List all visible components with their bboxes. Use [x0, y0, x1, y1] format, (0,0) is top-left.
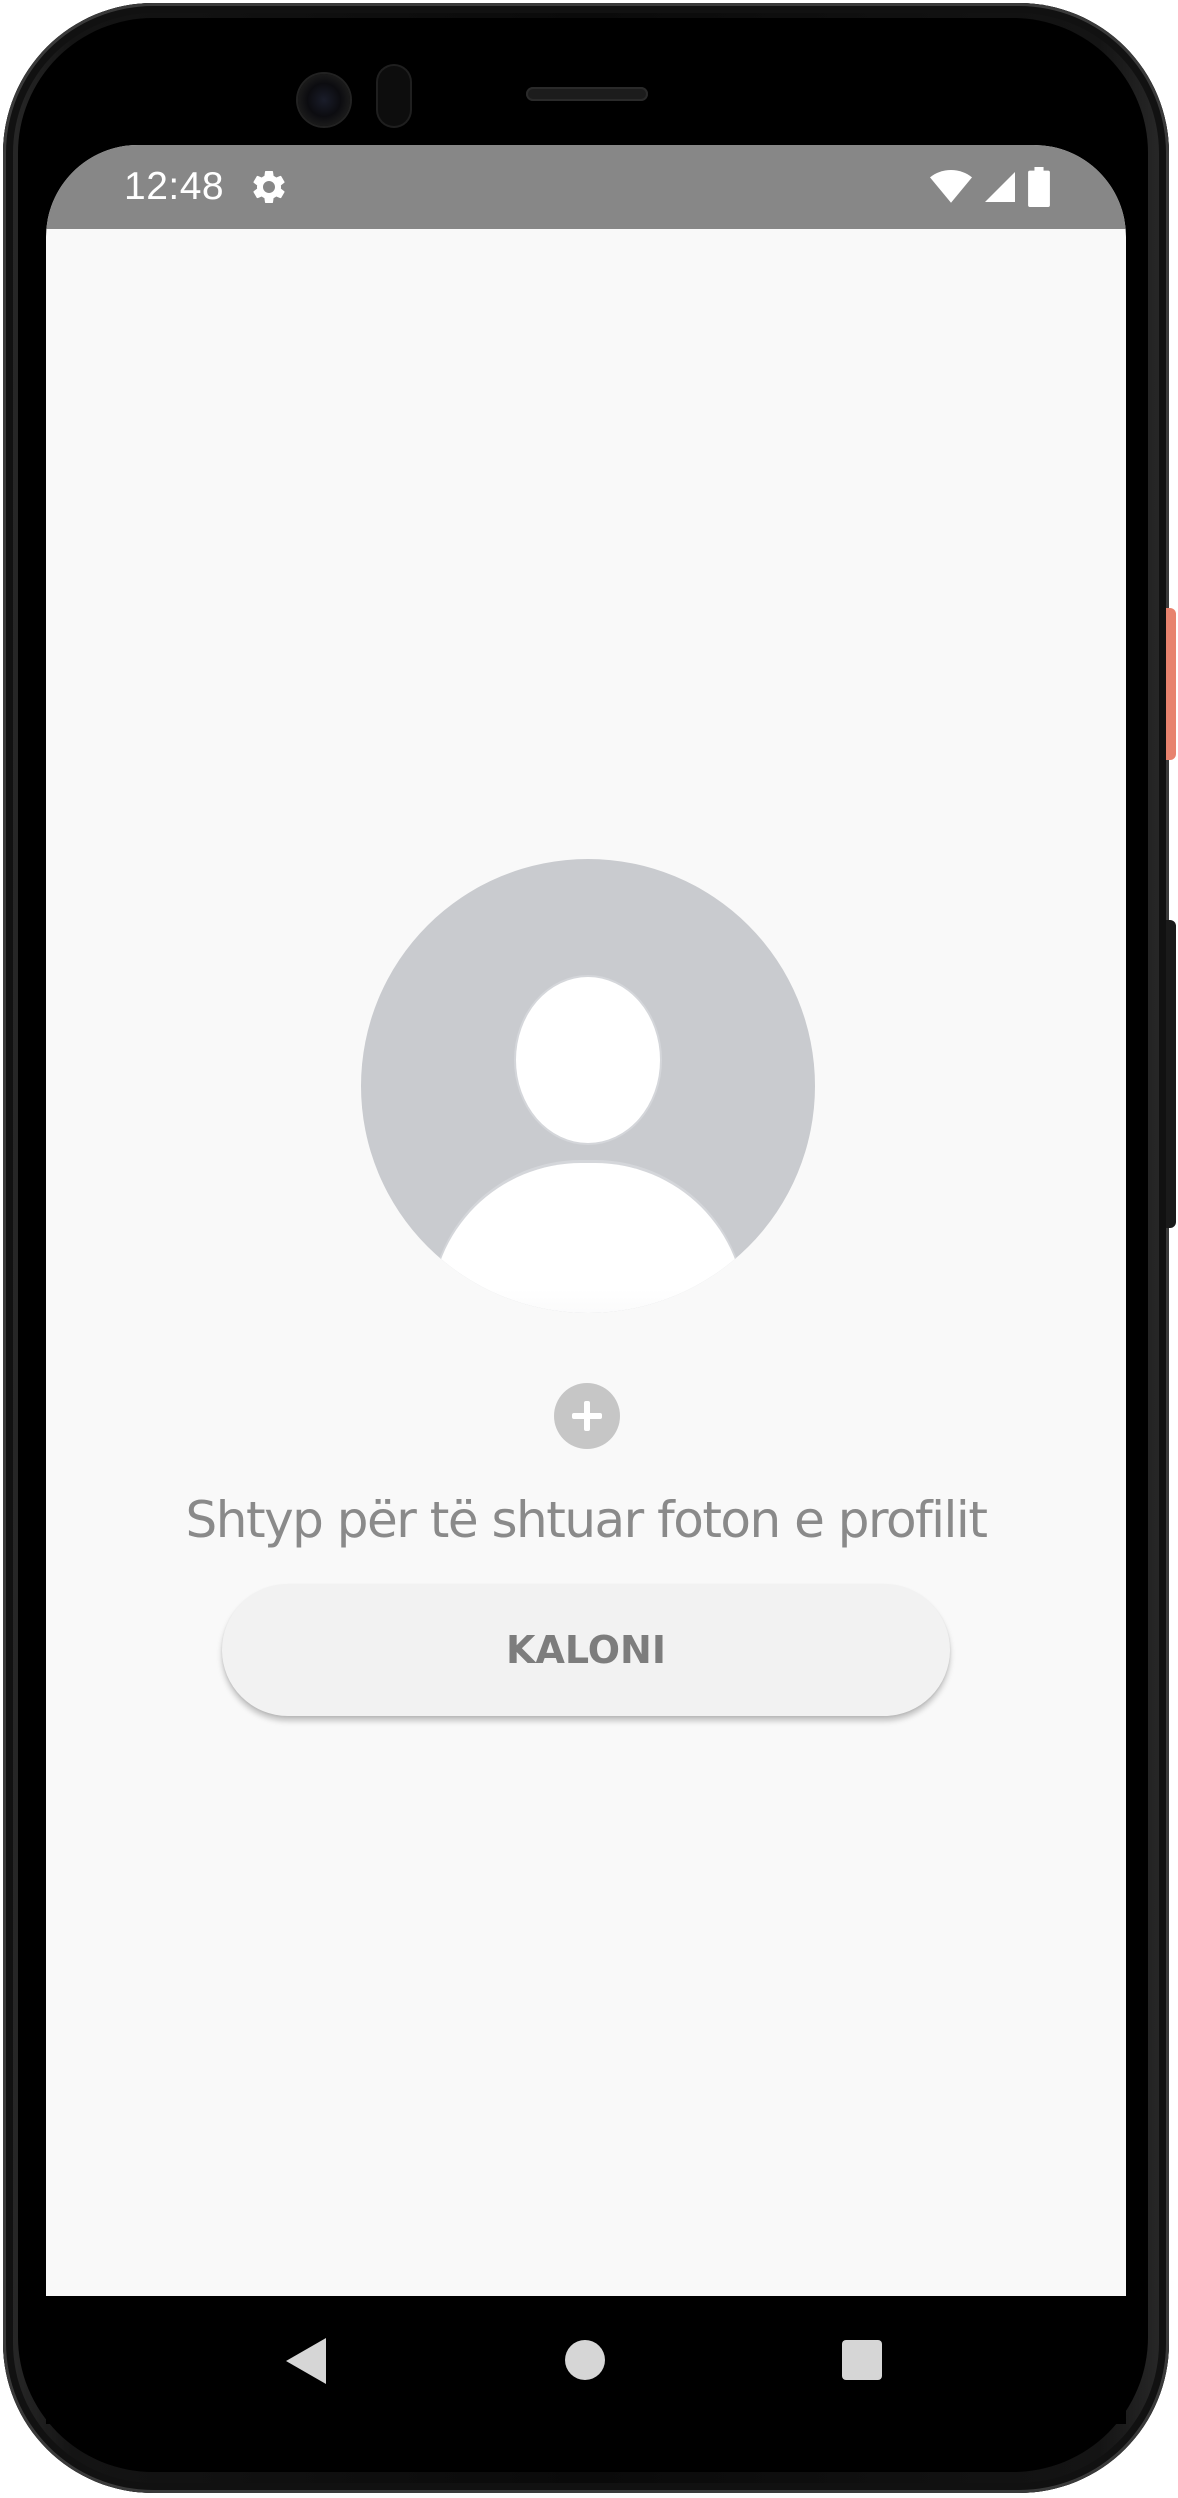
screen: 12:48 Shtyp për të shtuar foton e profil… — [46, 145, 1126, 2424]
front-camera-icon — [298, 74, 350, 126]
volume-button — [1166, 920, 1176, 1228]
cellular-signal-icon — [985, 172, 1015, 202]
recents-icon[interactable] — [842, 2340, 882, 2380]
settings-icon — [253, 171, 285, 203]
profile-avatar-icon[interactable] — [361, 859, 815, 1313]
navigation-bar — [46, 2296, 1126, 2424]
status-time: 12:48 — [124, 165, 225, 208]
wifi-icon — [930, 170, 972, 203]
skip-button[interactable]: KALONI — [222, 1584, 950, 1716]
earpiece-speaker — [526, 87, 648, 101]
proximity-sensor-icon — [378, 66, 410, 126]
add-photo-button[interactable] — [554, 1383, 620, 1449]
home-icon[interactable] — [565, 2340, 605, 2380]
power-button — [1166, 608, 1176, 760]
status-icons — [930, 167, 1050, 207]
battery-icon — [1028, 167, 1050, 207]
avatar-head — [516, 977, 660, 1143]
add-photo-prompt[interactable]: Shtyp për të shtuar foton e profilit — [46, 1491, 1126, 1549]
avatar-body — [431, 1163, 745, 1313]
plus-icon-bar — [572, 1413, 602, 1419]
profile-photo-setup: Shtyp për të shtuar foton e profilit KAL… — [46, 229, 1126, 2377]
back-icon[interactable] — [286, 2338, 326, 2384]
device-frame: 12:48 Shtyp për të shtuar foton e profil… — [0, 0, 1178, 2498]
status-bar: 12:48 — [46, 145, 1126, 229]
